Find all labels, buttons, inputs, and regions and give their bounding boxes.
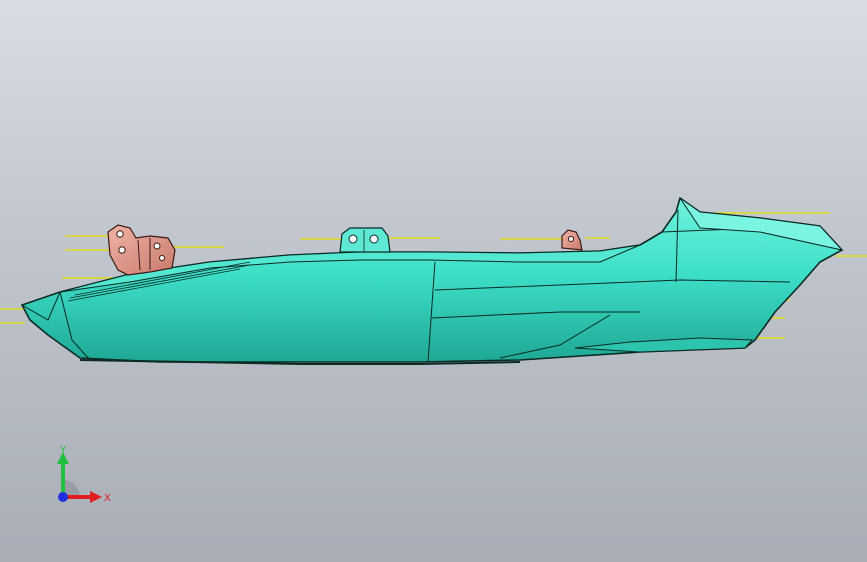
hull-body[interactable] [21, 197, 844, 365]
front-mount-bracket[interactable] [107, 224, 176, 276]
graphics-viewport[interactable] [0, 0, 867, 562]
center-mount-boss[interactable] [339, 227, 391, 253]
x-axis-label: X [104, 493, 111, 504]
y-axis-label: Y [59, 445, 67, 456]
model-canvas[interactable] [0, 0, 867, 562]
z-axis-dot [58, 492, 68, 502]
coordinate-triad: Y X [48, 440, 118, 510]
rear-mount-tab[interactable] [561, 229, 583, 251]
